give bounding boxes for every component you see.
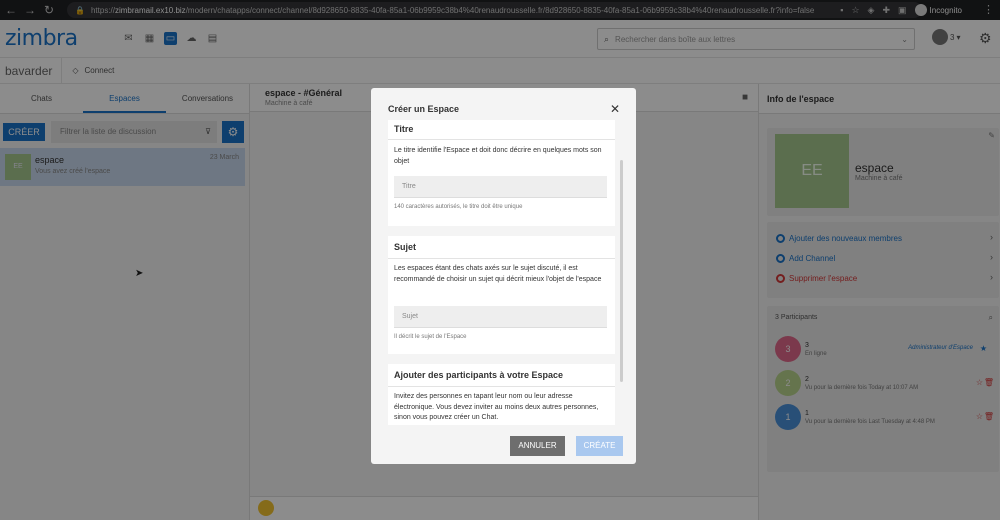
title-section: Titre Le titre identifie l'Espace et doi… — [388, 120, 615, 226]
subject-hint: Il décrit le sujet de l'Espace — [394, 334, 467, 340]
scrollbar[interactable] — [620, 160, 623, 382]
title-input[interactable]: Titre — [394, 176, 607, 198]
participants-section: Ajouter des participants à votre Espace … — [388, 364, 615, 425]
cancel-button[interactable]: ANNULER — [510, 436, 565, 456]
title-hint: 140 caractères autorisés, le titre doit … — [394, 204, 523, 210]
dialog-body: Titre Le titre identifie l'Espace et doi… — [388, 120, 615, 425]
create-space-dialog: Créer un Espace ✕ Titre Le titre identif… — [371, 88, 636, 464]
divider — [388, 139, 615, 140]
divider — [388, 386, 615, 387]
subject-input[interactable]: Sujet — [394, 306, 607, 328]
section-heading: Titre — [394, 124, 414, 134]
subject-section: Sujet Les espaces étant des chats axés s… — [388, 236, 615, 354]
section-heading: Sujet — [394, 242, 417, 252]
dialog-title: Créer un Espace — [388, 104, 460, 114]
section-description: Le titre identifie l'Espace et doit donc… — [394, 147, 602, 165]
section-heading: Ajouter des participants à votre Espace — [394, 370, 564, 380]
section-description: Les espaces étant des chats axés sur le … — [394, 265, 602, 283]
close-icon[interactable]: ✕ — [610, 102, 620, 116]
section-description: Invitez des personnes en tapant leur nom… — [394, 393, 599, 421]
divider — [388, 258, 615, 259]
create-button[interactable]: CRÉATE — [576, 436, 623, 456]
